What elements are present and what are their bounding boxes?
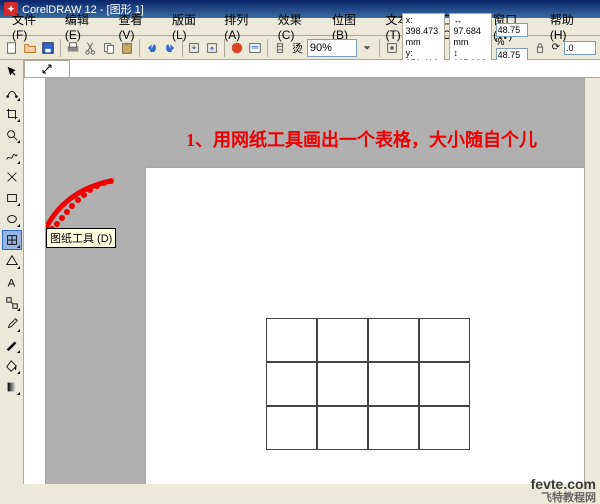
zoom-dropdown[interactable]: [359, 38, 375, 58]
import-button[interactable]: [186, 38, 202, 58]
zoom-input[interactable]: [307, 39, 357, 57]
scrollbar-vertical[interactable]: [584, 78, 600, 484]
toolbar: 烫 x: 398.473 mm y: 171.416 mm ↔ 97.684 m…: [0, 36, 600, 60]
lock-ratio-button[interactable]: [532, 38, 548, 58]
fill-tool[interactable]: [2, 356, 22, 376]
welcome-button[interactable]: [247, 38, 263, 58]
freehand-tool[interactable]: [2, 146, 22, 166]
undo-button[interactable]: [144, 38, 160, 58]
outline-tool[interactable]: [2, 335, 22, 355]
watermark-sub: 飞特教程网: [531, 492, 596, 504]
print-button[interactable]: [65, 38, 81, 58]
coord-x: 398.473 mm: [406, 26, 439, 47]
canvas[interactable]: 图纸工具 (D) 1、用网纸工具画出一个表格，大小随自个儿: [46, 78, 584, 484]
interactive-blend-tool[interactable]: [2, 293, 22, 313]
scale-x-input[interactable]: [496, 23, 528, 37]
interactive-fill-tool[interactable]: [2, 377, 22, 397]
watermark-brand: fevte.com: [531, 477, 596, 492]
new-button[interactable]: [4, 38, 20, 58]
paste-button[interactable]: [119, 38, 135, 58]
redo-button[interactable]: [162, 38, 178, 58]
toolbox: A: [0, 60, 24, 484]
watermark: fevte.com 飞特教程网: [531, 477, 596, 504]
export-button[interactable]: [204, 38, 220, 58]
cut-button[interactable]: [83, 38, 99, 58]
svg-text:A: A: [7, 277, 15, 289]
ruler-vertical[interactable]: [24, 78, 46, 484]
lantern-icon[interactable]: [272, 38, 288, 58]
rectangle-tool[interactable]: [2, 188, 22, 208]
ruler-horizontal[interactable]: [70, 60, 600, 78]
zoom-tool[interactable]: [2, 125, 22, 145]
pick-tool[interactable]: [2, 62, 22, 82]
coord-w: 97.684 mm: [453, 26, 481, 47]
crop-tool[interactable]: [2, 104, 22, 124]
basic-shapes-tool[interactable]: [2, 251, 22, 271]
open-button[interactable]: [22, 38, 38, 58]
ruler-origin[interactable]: [24, 60, 70, 78]
rotation-input[interactable]: [564, 41, 596, 55]
eyedropper-tool[interactable]: [2, 314, 22, 334]
drawn-grid[interactable]: [266, 318, 470, 450]
hint-label: 烫: [292, 40, 303, 56]
shape-tool[interactable]: [2, 83, 22, 103]
ellipse-tool[interactable]: [2, 209, 22, 229]
tool-tooltip: 图纸工具 (D): [46, 228, 116, 248]
smart-draw-tool[interactable]: [2, 167, 22, 187]
page: [146, 168, 584, 484]
graph-paper-tool[interactable]: [2, 230, 22, 250]
copy-button[interactable]: [101, 38, 117, 58]
instruction-text: 1、用网纸工具画出一个表格，大小随自个儿: [186, 126, 537, 152]
text-tool[interactable]: A: [2, 272, 22, 292]
save-button[interactable]: [40, 38, 56, 58]
app-launcher-button[interactable]: [229, 38, 245, 58]
snap-button[interactable]: [384, 38, 400, 58]
